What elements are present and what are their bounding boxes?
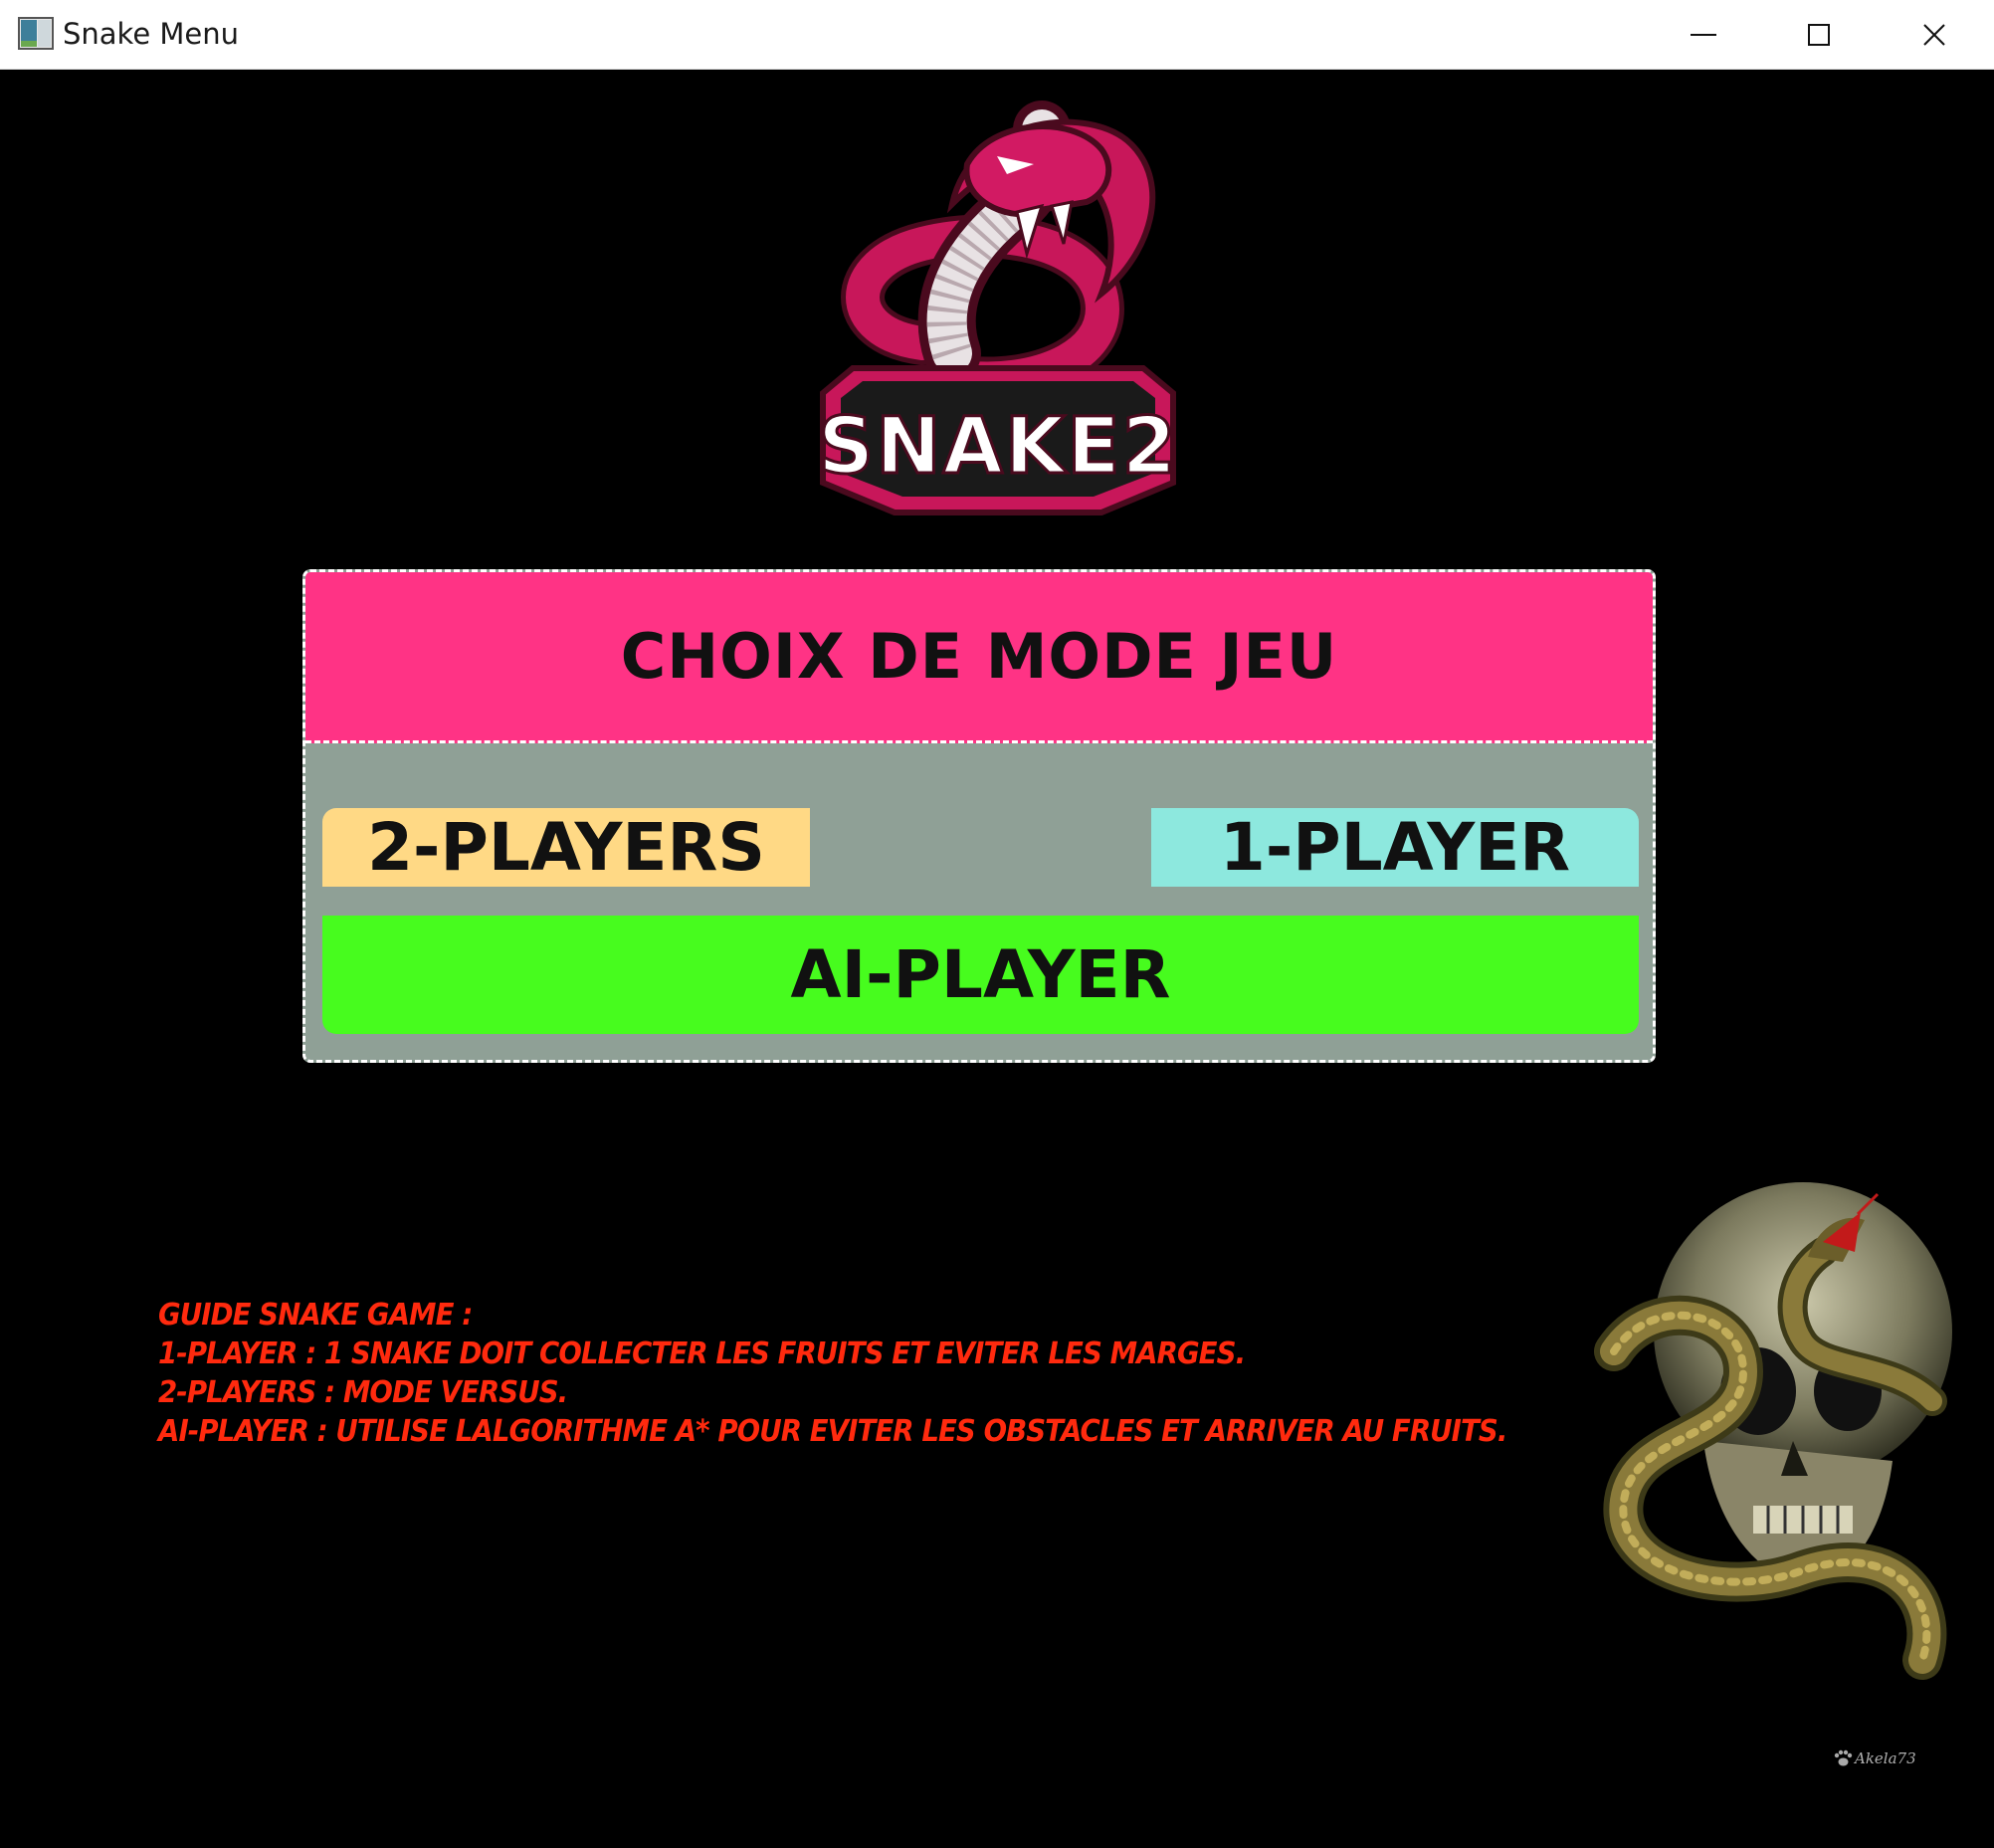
one-player-button[interactable]: 1-PLAYER <box>1151 808 1639 887</box>
paw-icon <box>1834 1749 1853 1766</box>
two-players-button[interactable]: 2-PLAYERS <box>322 808 810 887</box>
maximize-button[interactable] <box>1761 0 1877 70</box>
close-button[interactable] <box>1877 0 1992 70</box>
guide-line-one-player: 1-PLAYER : 1 SNAKE DOIT COLLECTER LES FR… <box>158 1336 1246 1371</box>
minimize-icon <box>1691 34 1716 36</box>
snake-logo: SNAKE2 <box>817 101 1178 515</box>
app-icon <box>18 17 54 50</box>
close-icon <box>1923 24 1945 46</box>
ai-player-button[interactable]: AI-PLAYER <box>322 916 1639 1034</box>
skull-snake-art <box>1594 1142 1954 1710</box>
window-title: Snake Menu <box>63 17 240 51</box>
guide-line-two-players: 2-PLAYERS : MODE VERSUS. <box>158 1375 568 1410</box>
guide-line-ai-player: AI-PLAYER : UTILISE LALGORITHME A* POUR … <box>158 1414 1507 1449</box>
client-area: SNAKE2 CHOIX DE MODE JEU 2-PLAYERS 1-PLA… <box>2 70 1992 1846</box>
game-mode-panel: CHOIX DE MODE JEU 2-PLAYERS 1-PLAYER AI-… <box>302 569 1656 1063</box>
game-guide: GUIDE SNAKE GAME : 1-PLAYER : 1 SNAKE DO… <box>158 1296 1507 1451</box>
logo-text: SNAKE2 <box>818 402 1178 492</box>
title-bar[interactable]: Snake Menu <box>0 0 1994 70</box>
guide-title: GUIDE SNAKE GAME : <box>158 1298 473 1333</box>
maximize-icon <box>1808 24 1830 46</box>
menu-header: CHOIX DE MODE JEU <box>305 572 1653 743</box>
minimize-button[interactable] <box>1646 0 1761 70</box>
art-signature: Akela73 <box>1855 1749 1916 1767</box>
menu-title: CHOIX DE MODE JEU <box>620 620 1338 693</box>
snake-menu-window: Snake Menu SNAKE2 CHOIX DE MODE JEU 2-PL… <box>0 0 1994 1848</box>
